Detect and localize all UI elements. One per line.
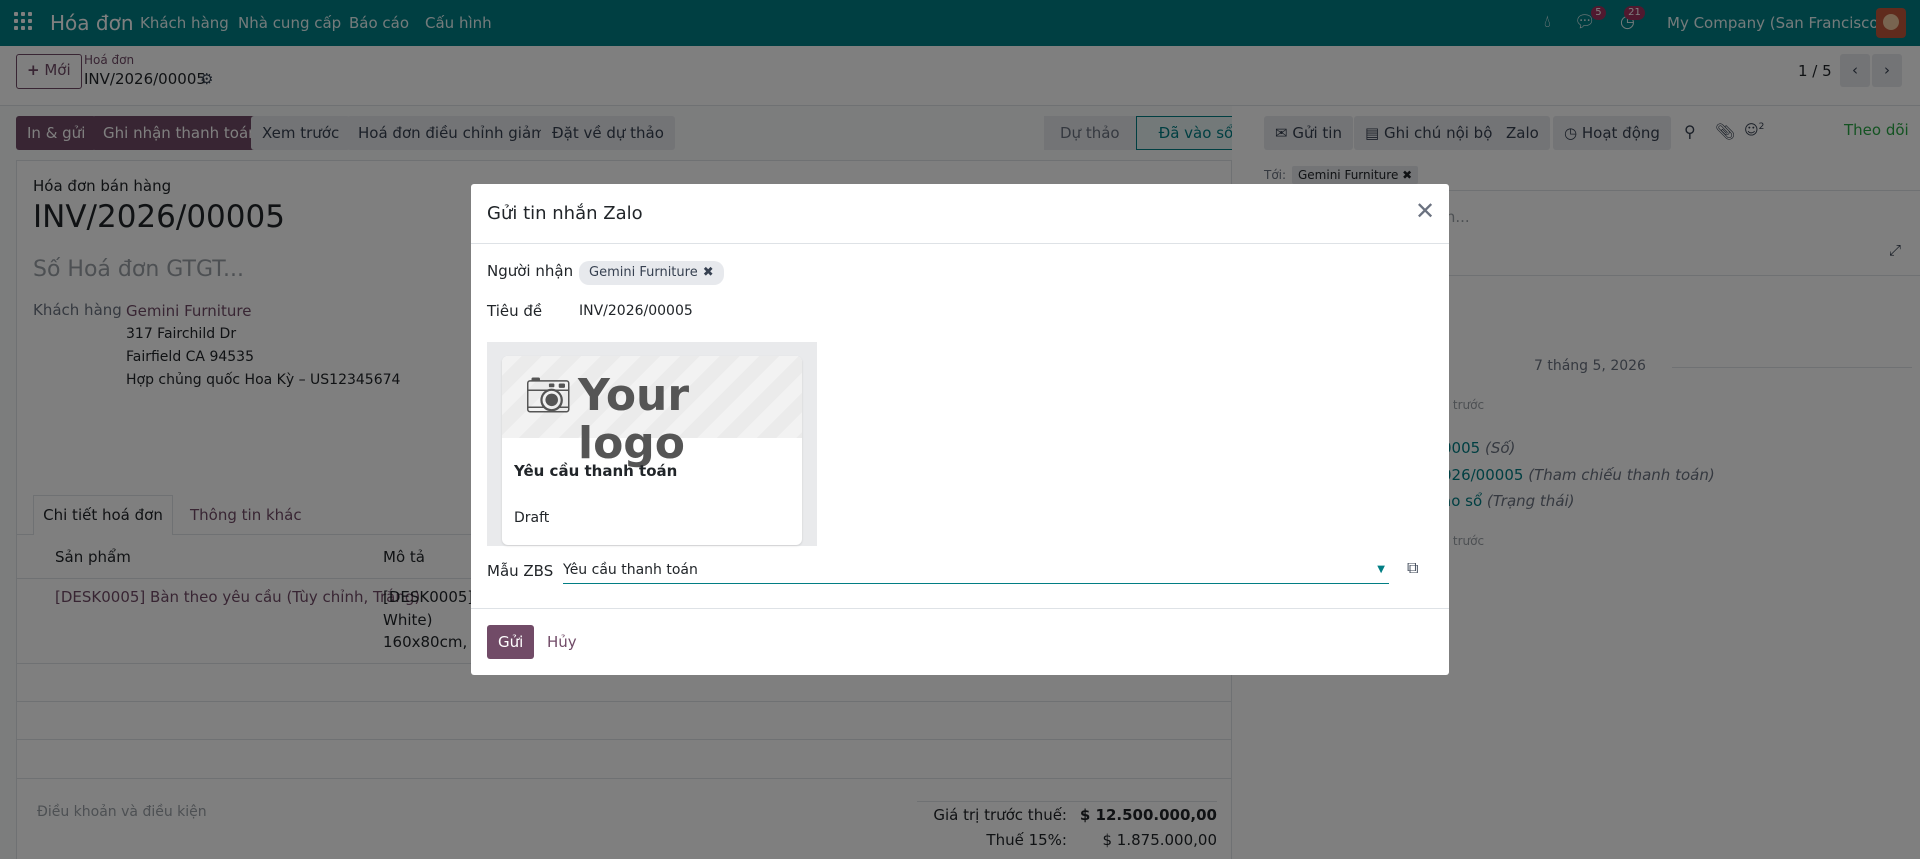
- logo-placeholder: 📷︎ Your logo: [502, 356, 802, 468]
- template-select-value: Yêu cầu thanh toán: [563, 562, 698, 578]
- recipient-tag: Gemini Furniture ✖: [579, 261, 724, 285]
- recipient-tag-label: Gemini Furniture: [589, 265, 698, 280]
- recipient-label: Người nhận: [487, 262, 574, 280]
- template-label: Mẫu ZBS: [487, 562, 554, 580]
- preview-title: Yêu cầu thanh toán: [514, 462, 678, 480]
- close-icon[interactable]: ✕: [1415, 198, 1435, 224]
- preview-body: Draft: [514, 510, 550, 526]
- cancel-button[interactable]: Hủy: [547, 633, 577, 651]
- remove-recipient-icon[interactable]: ✖: [703, 265, 714, 280]
- template-preview: 📷︎ Your logo Yêu cầu thanh toán Draft: [487, 342, 817, 546]
- template-select[interactable]: Yêu cầu thanh toán ▼: [563, 558, 1389, 584]
- subject-value[interactable]: INV/2026/00005: [579, 303, 693, 319]
- send-button[interactable]: Gửi: [487, 625, 535, 659]
- external-link-icon[interactable]: ⧉: [1407, 558, 1418, 578]
- camera-icon: 📷︎: [524, 373, 573, 417]
- logo-text: Your logo: [578, 370, 690, 469]
- subject-label: Tiêu đề: [487, 302, 543, 320]
- chevron-down-icon[interactable]: ▼: [1377, 564, 1385, 575]
- dialog-footer: Gửi Hủy: [471, 608, 1449, 675]
- dialog-header: Gửi tin nhắn Zalo ✕: [471, 184, 1449, 244]
- dialog-title: Gửi tin nhắn Zalo: [487, 203, 643, 224]
- zalo-dialog: Gửi tin nhắn Zalo ✕ Người nhận Gemini Fu…: [471, 184, 1449, 675]
- preview-card: 📷︎ Your logo Yêu cầu thanh toán Draft: [502, 356, 802, 545]
